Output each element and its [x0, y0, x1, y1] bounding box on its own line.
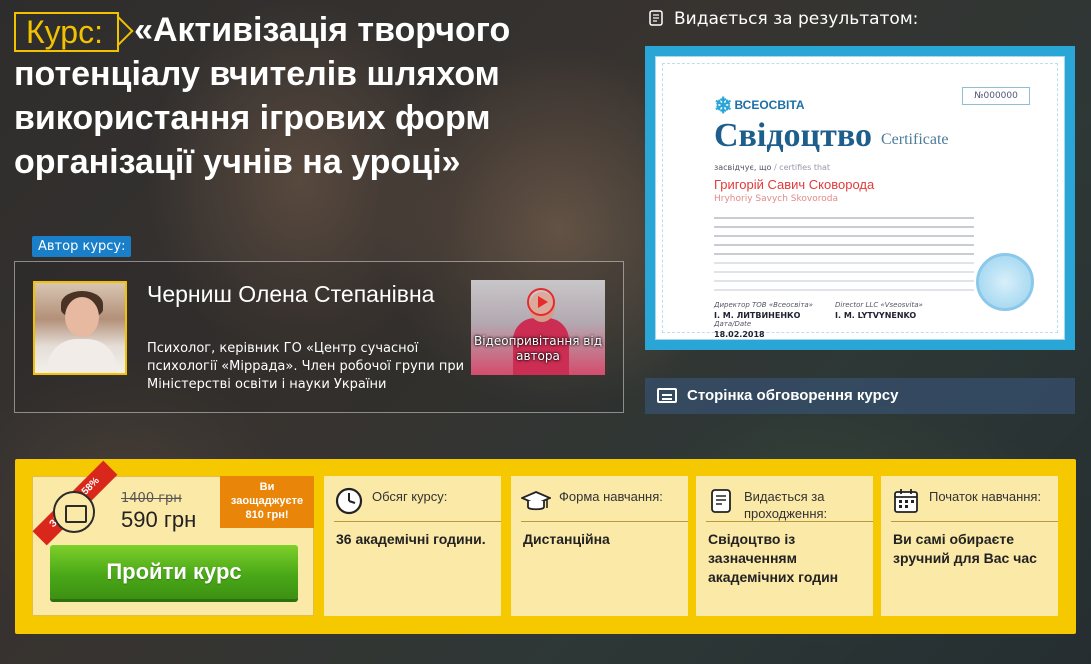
info-card-certificate: Видається за проходження: Свідоцтво із з… [696, 476, 873, 616]
info-card-form: Форма навчання: Дистанційна [511, 476, 688, 616]
author-card: Черниш Олена Степанівна Психолог, керівн… [14, 261, 624, 413]
course-tag: Курс: [14, 12, 119, 52]
certificate-name: Григорій Савич Сковорода [714, 177, 875, 192]
certificate-text-lines [714, 217, 974, 298]
certificate-number: №000000 [962, 87, 1030, 105]
info-card-start: Початок навчання: Ви самі обираєте зручн… [881, 476, 1058, 616]
author-description: Психолог, керівник ГО «Центр сучасної пс… [147, 341, 465, 392]
info-value: Свідоцтво із зазначенням академічних год… [708, 531, 839, 585]
discussion-link-label: Сторінка обговорення курсу [687, 387, 899, 404]
author-label: Автор курсу: [32, 236, 132, 257]
play-icon[interactable] [527, 288, 555, 316]
info-label: Видається за проходження: [744, 489, 828, 521]
certificate-logo: ❄ ВСЕОСВІТА [714, 93, 805, 118]
scroll-icon [649, 10, 663, 26]
author-photo[interactable] [33, 281, 127, 375]
clock-icon [335, 487, 363, 515]
wallet-icon [53, 491, 95, 533]
info-card-volume: Обсяг курсу: 36 академічні години. [324, 476, 501, 616]
graduation-cap-icon [521, 491, 551, 511]
info-value: Ви самі обираєте зручний для Вас час [893, 531, 1037, 566]
video-caption: Відеопривітання від автора [473, 334, 603, 363]
discussion-link[interactable]: Сторінка обговорення курсу [645, 378, 1075, 414]
author-name: Черниш Олена Степанівна [147, 281, 435, 307]
info-label: Обсяг курсу: [372, 489, 448, 504]
calendar-icon [894, 489, 918, 513]
info-value: 36 академічні години. [336, 531, 486, 547]
info-label: Форма навчання: [559, 489, 663, 504]
chat-icon [657, 388, 677, 403]
certificate-subtitle: Certificate [881, 131, 949, 148]
result-heading: Видається за результатом: [646, 8, 918, 29]
certificate-name-en: Hryhoriy Savych Skovoroda [714, 194, 838, 204]
certificate-certifies: засвідчує, що / certifies that [714, 163, 831, 172]
certificate-preview[interactable]: ❄ ВСЕОСВІТА №000000 Свідоцтво Certificate… [645, 46, 1075, 350]
certificate-title: Свідоцтво [714, 117, 872, 154]
start-course-button[interactable]: Пройти курс [50, 545, 298, 599]
certificate-sheet: ❄ ВСЕОСВІТА №000000 Свідоцтво Certificate… [655, 56, 1065, 340]
snowflake-icon: ❄ [714, 93, 733, 118]
info-label: Початок навчання: [929, 489, 1042, 504]
author-video-thumbnail[interactable]: Відеопривітання від автора [471, 280, 605, 375]
certificate-signatures: Директор ТОВ «Всеосвіта» І. М. ЛИТВИНЕНКО… [714, 301, 923, 339]
scroll-icon [711, 489, 731, 513]
info-value: Дистанційна [523, 531, 610, 547]
result-label-text: Видається за результатом: [674, 9, 919, 29]
savings-badge: Ви заощаджуєте 810 грн! [220, 476, 314, 528]
new-price: 590 грн [121, 507, 197, 532]
course-header: Курс: «Активізація творчого потенціалу в… [14, 8, 634, 184]
course-info-panel: ЗНИЖКА 58% 1400 грн 590 грн Ви заощаджує… [15, 459, 1076, 634]
old-price: 1400 грн [121, 491, 182, 506]
price-card: ЗНИЖКА 58% 1400 грн 590 грн Ви заощаджує… [32, 460, 314, 616]
